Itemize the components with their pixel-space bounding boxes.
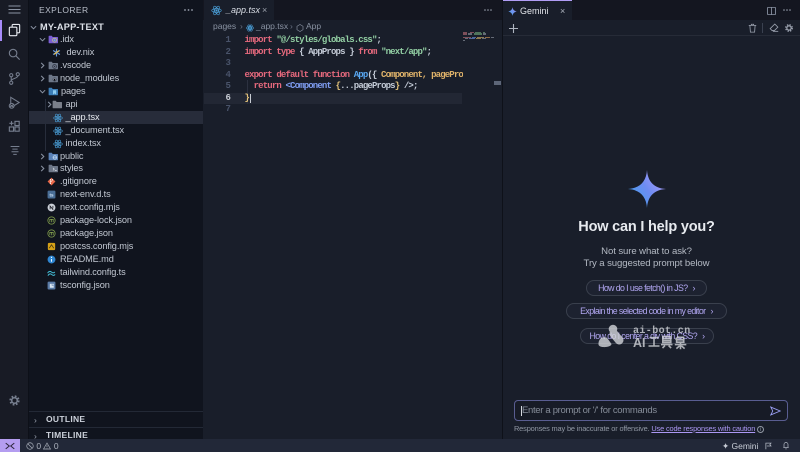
svg-text:AI: AI xyxy=(633,336,646,350)
svg-text:ts: ts xyxy=(49,193,53,198)
